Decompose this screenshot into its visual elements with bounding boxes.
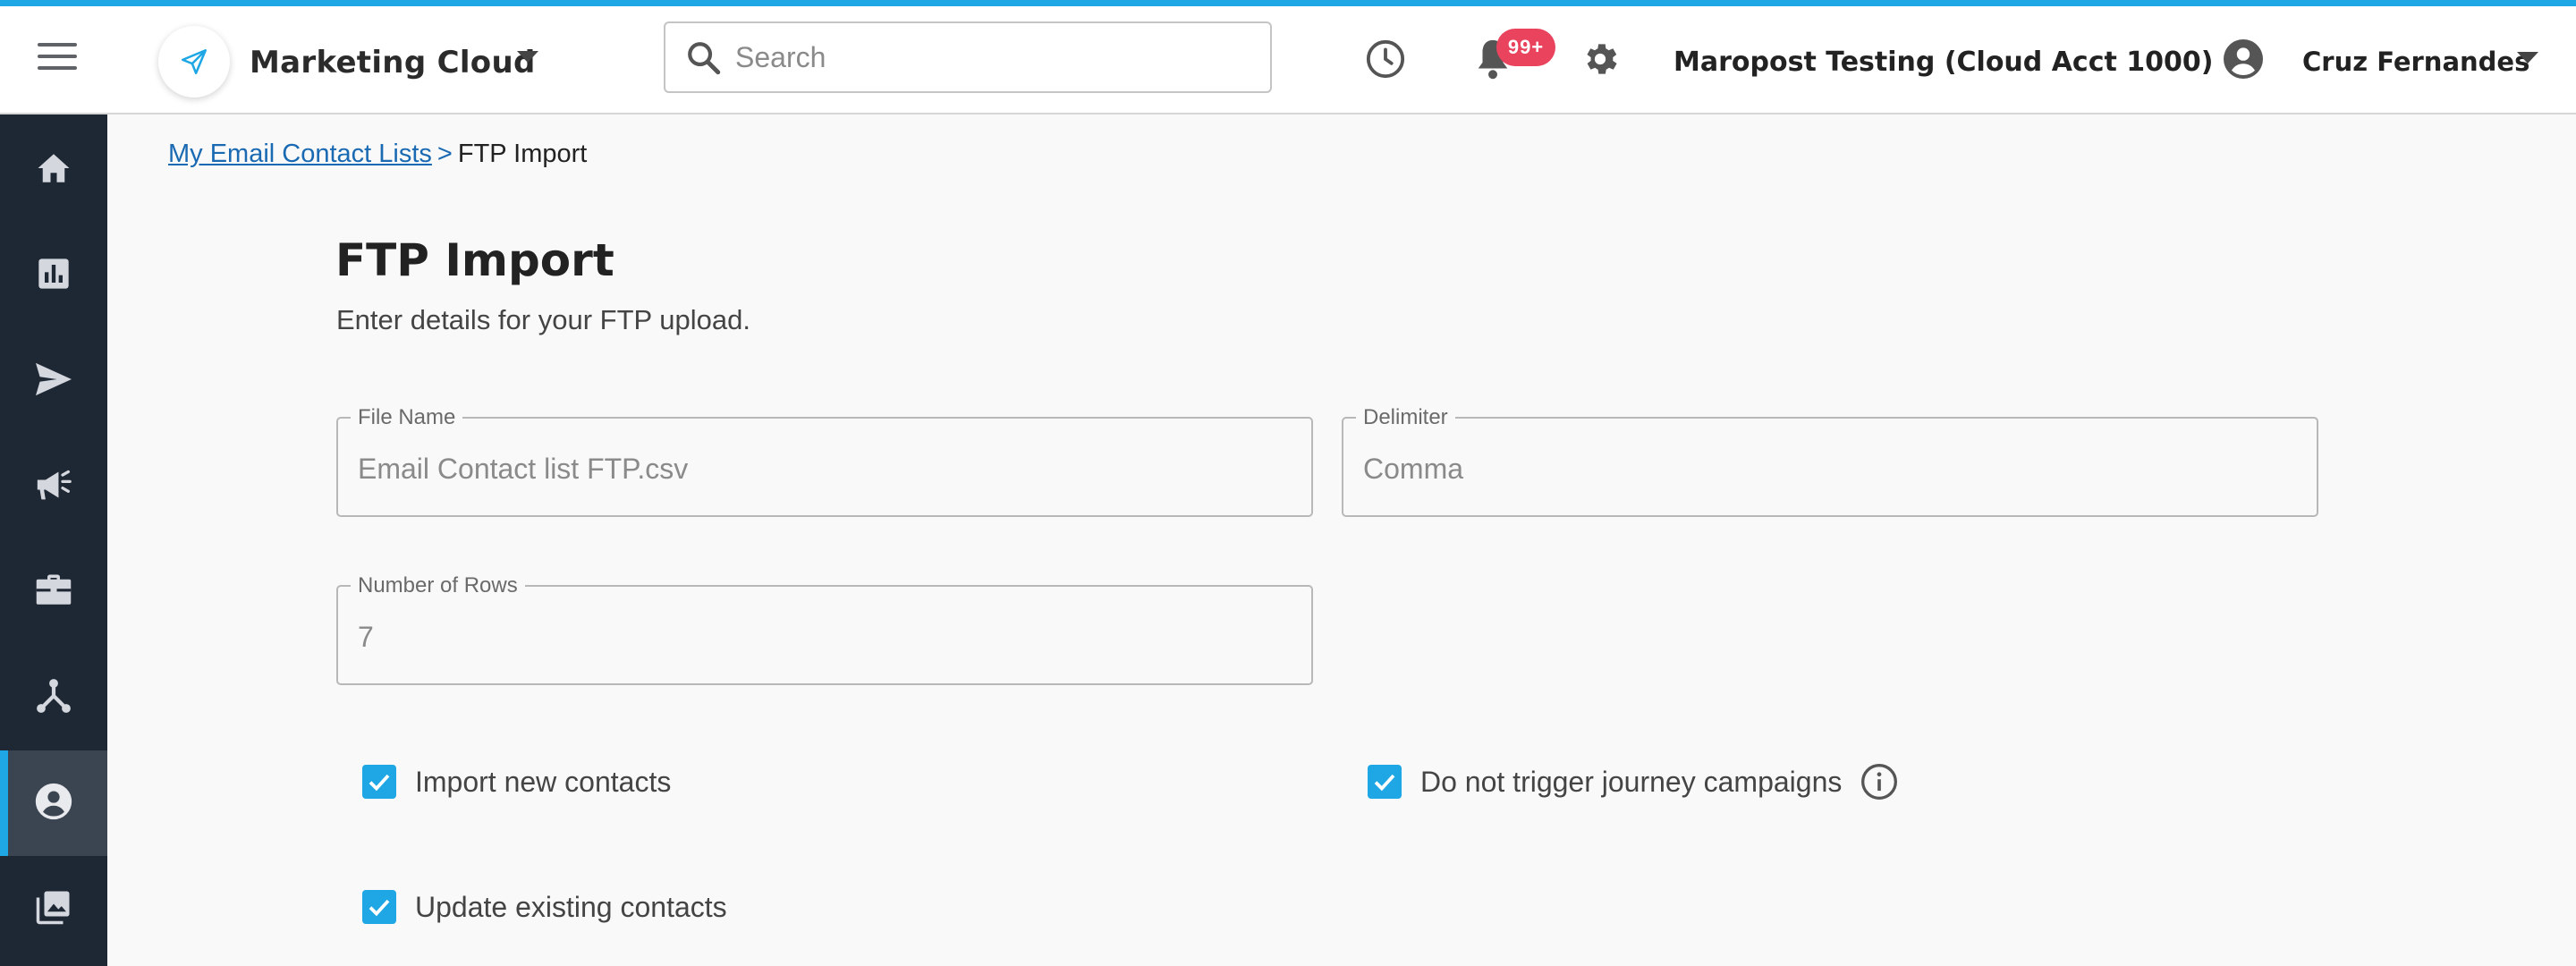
sidebar-item-journeys[interactable] [0, 645, 107, 750]
user-name[interactable]: Cruz Fernandes [2302, 47, 2529, 77]
caret-down-icon[interactable] [517, 51, 538, 68]
sidebar-item-send[interactable] [0, 328, 107, 434]
check-icon [1374, 774, 1395, 792]
search-input[interactable] [735, 34, 1254, 80]
number-of-rows-value: 7 [358, 621, 374, 653]
app-header: Marketing Cloud 99+ Maropost Testing (Cl… [0, 6, 2576, 114]
import-new-contacts-label[interactable]: Import new contacts [415, 766, 671, 799]
number-of-rows-label: Number of Rows [351, 574, 525, 597]
sidebar-item-campaigns[interactable] [0, 434, 107, 539]
sidebar-item-reports[interactable] [0, 223, 107, 328]
import-new-contacts-checkbox[interactable] [362, 765, 396, 799]
breadcrumb-separator: > [436, 140, 453, 168]
delimiter-label: Delimiter [1356, 406, 1455, 429]
caret-down-icon[interactable] [2517, 52, 2538, 69]
image-library-icon [35, 888, 72, 930]
file-name-field[interactable]: File Name Email Contact list FTP.csv [336, 406, 1313, 517]
file-name-value: Email Contact list FTP.csv [358, 453, 689, 485]
app-name[interactable]: Marketing Cloud [250, 45, 536, 80]
account-name[interactable]: Maropost Testing (Cloud Acct 1000) [1674, 47, 2214, 78]
update-existing-contacts-label[interactable]: Update existing contacts [415, 891, 727, 924]
update-existing-contacts-checkbox[interactable] [362, 890, 396, 924]
gear-icon[interactable] [1580, 38, 1621, 84]
sidebar-item-contacts[interactable] [0, 750, 107, 856]
number-of-rows-field[interactable]: Number of Rows 7 [336, 574, 1313, 685]
clock-icon[interactable] [1365, 38, 1406, 84]
breadcrumb-link-email-contact-lists[interactable]: My Email Contact Lists [168, 140, 432, 168]
delimiter-field[interactable]: Delimiter Comma [1342, 406, 2318, 517]
account-circle-icon[interactable] [2222, 38, 2265, 85]
megaphone-icon [34, 467, 73, 507]
check-icon [369, 899, 390, 917]
briefcase-icon [35, 572, 72, 613]
sidebar-item-media[interactable] [0, 856, 107, 962]
home-icon [35, 149, 72, 191]
delimiter-value: Comma [1363, 453, 1464, 485]
do-not-trigger-journey-label[interactable]: Do not trigger journey campaigns [1420, 766, 1842, 799]
top-accent-bar [0, 0, 2576, 6]
page-subtitle: Enter details for your FTP upload. [336, 304, 750, 335]
send-icon [34, 361, 73, 402]
journey-icon [35, 677, 72, 719]
contacts-icon [34, 782, 73, 826]
breadcrumb: My Email Contact Lists > FTP Import [168, 140, 587, 169]
check-icon [369, 774, 390, 792]
hamburger-icon[interactable] [38, 43, 77, 79]
file-name-label: File Name [351, 406, 463, 429]
breadcrumb-current: FTP Import [457, 140, 588, 168]
sidebar-nav [0, 114, 107, 966]
info-icon[interactable] [1860, 762, 1899, 806]
notification-badge[interactable]: 99+ [1496, 29, 1555, 66]
sidebar-item-business[interactable] [0, 539, 107, 645]
page-title: FTP Import [335, 234, 614, 286]
bar-chart-icon [36, 256, 72, 296]
do-not-trigger-journey-checkbox[interactable] [1368, 765, 1402, 799]
paper-plane-icon[interactable] [158, 26, 230, 97]
search-box[interactable] [664, 21, 1272, 93]
search-icon [685, 39, 723, 81]
sidebar-item-home[interactable] [0, 117, 107, 223]
